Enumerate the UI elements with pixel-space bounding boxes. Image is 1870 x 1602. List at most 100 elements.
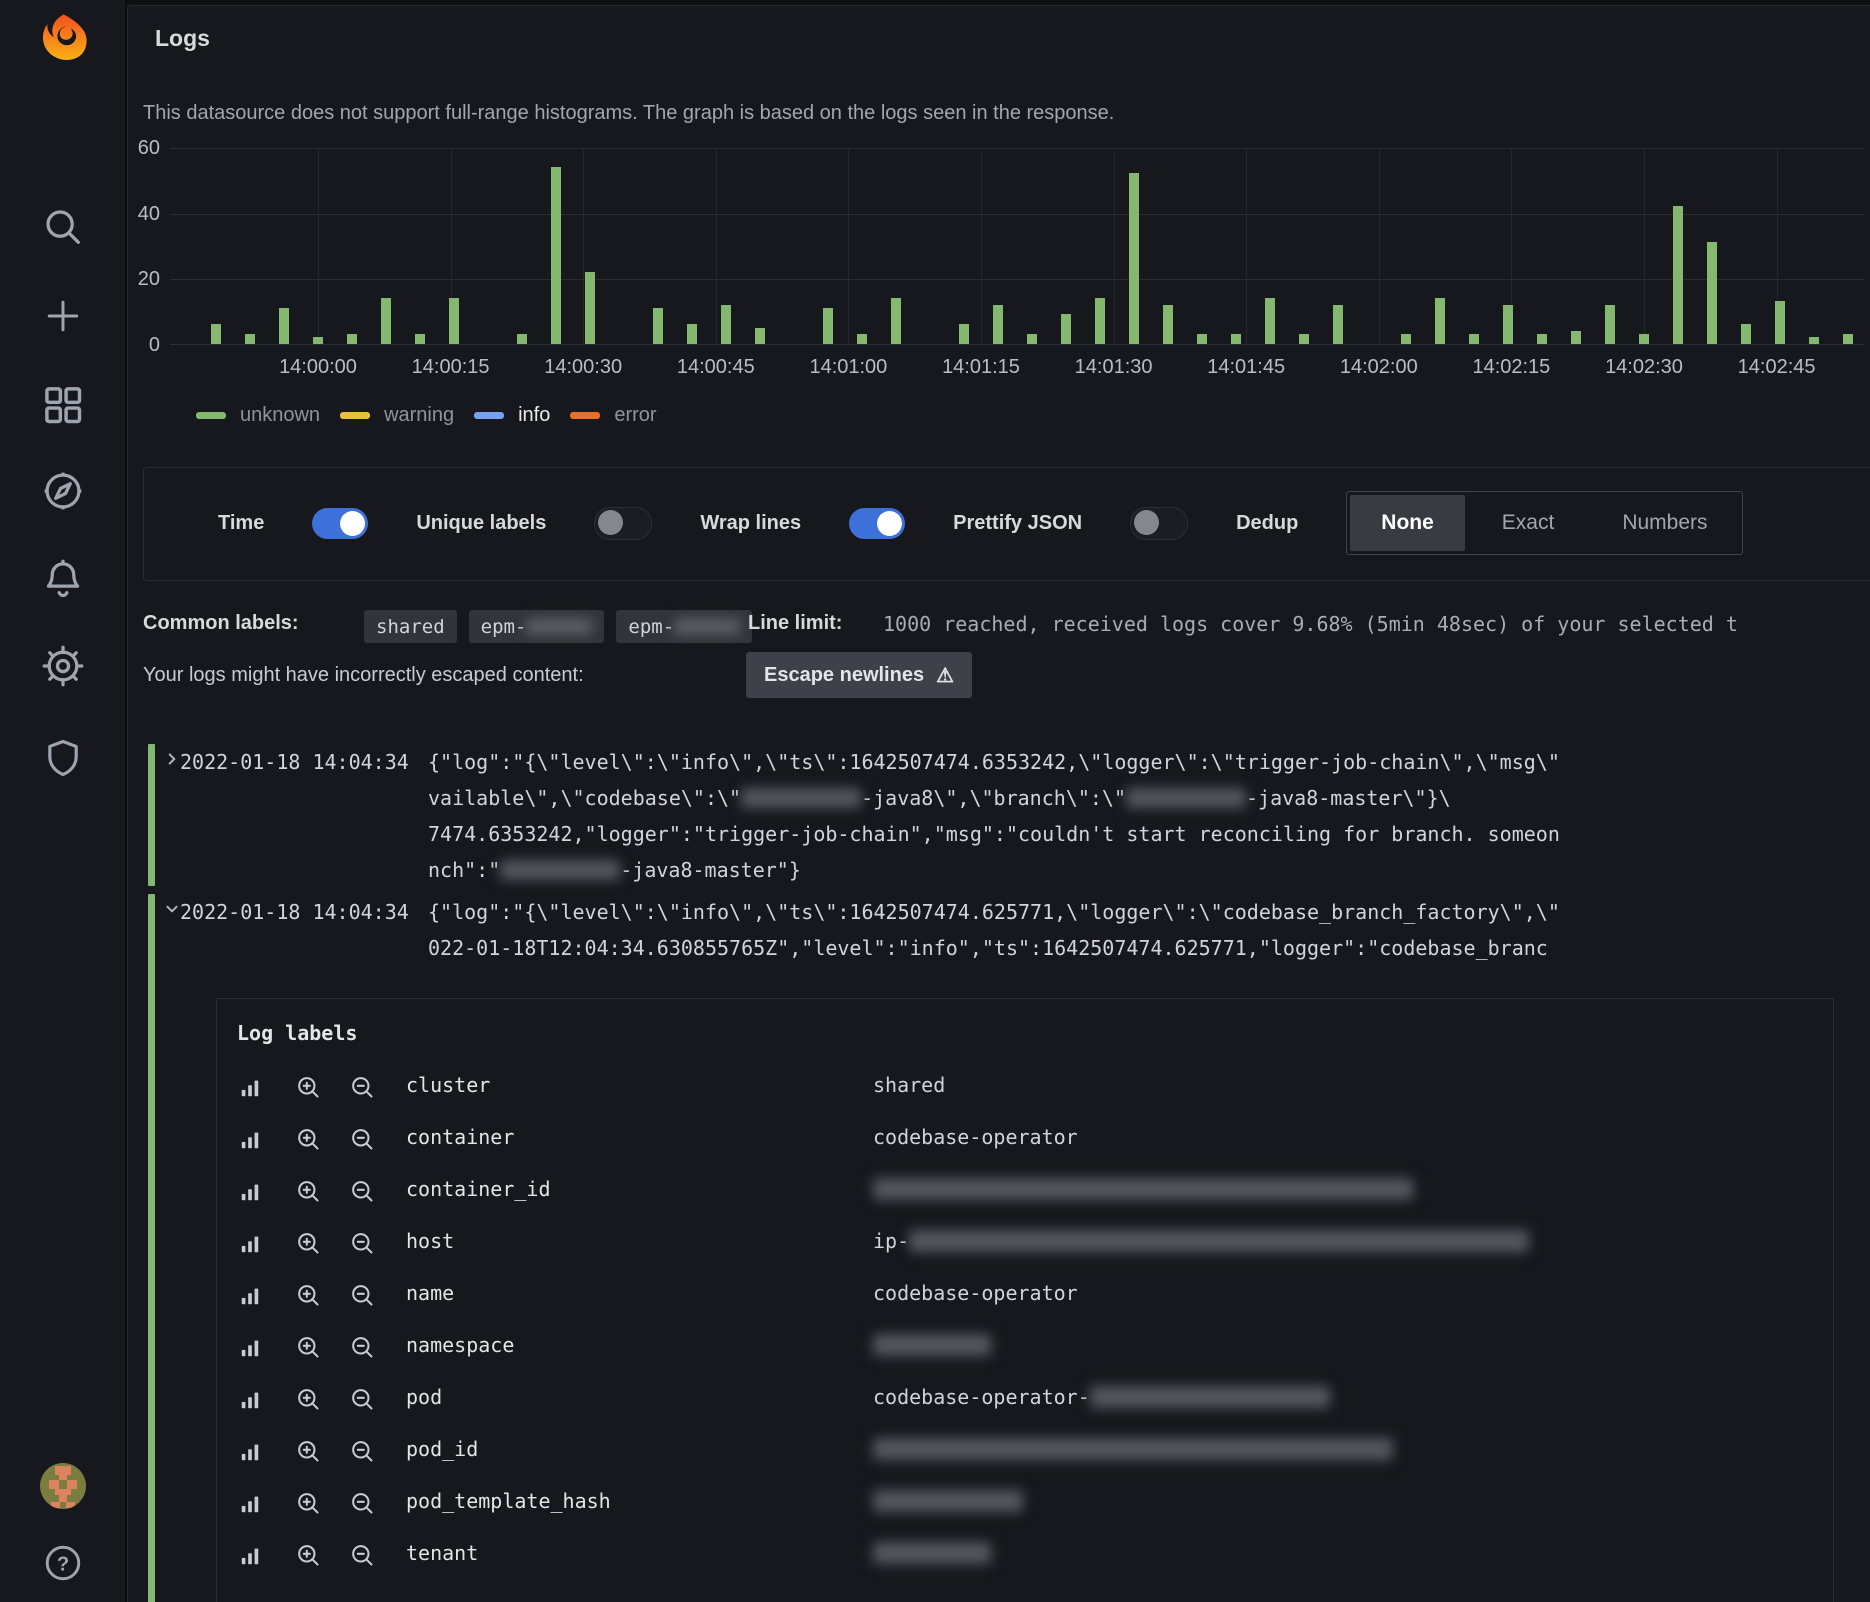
sidebar-item-server-admin[interactable] [0,730,125,786]
histogram-bar [381,298,391,344]
sidebar-item-dashboards[interactable] [0,377,125,433]
filter-for-value-icon[interactable] [295,1178,322,1210]
stats-icon[interactable] [239,1285,261,1312]
histogram-bar [1775,301,1785,344]
dashboards-icon [40,382,86,428]
histogram-bar [1231,334,1241,344]
sidebar-item-alerting[interactable] [0,552,125,608]
x-tick-label: 14:00:45 [651,356,781,379]
filter-for-value-icon[interactable] [295,1334,322,1366]
label-key: host [406,1229,454,1253]
x-tick-label: 14:01:15 [916,356,1046,379]
redacted-text [741,788,861,808]
toggle-knob [1134,510,1159,535]
plus-icon [41,294,85,338]
stats-icon[interactable] [239,1129,261,1156]
filter-for-value-icon[interactable] [295,1126,322,1158]
common-label-chip: shared [364,610,457,643]
stats-icon[interactable] [239,1493,261,1520]
log-label-row: hostip- [217,1217,1833,1269]
sidebar-item-help[interactable]: ? [0,1535,125,1591]
filter-out-value-icon[interactable] [349,1178,376,1210]
toggle-label-wrap-lines: Wrap lines [700,512,801,535]
histogram-bar [279,308,289,344]
filter-out-value-icon[interactable] [349,1126,376,1158]
dedup-option-exact[interactable]: Exact [1468,492,1589,554]
avatar-image [39,1462,87,1510]
legend-label: unknown [240,404,320,427]
stats-icon[interactable] [239,1077,261,1104]
legend-item-info[interactable]: info [474,404,550,427]
filter-out-value-icon[interactable] [349,1490,376,1522]
log-label-row: container_id [217,1165,1833,1217]
log-line: 7474.6353242,"logger":"trigger-job-chain… [428,816,1560,852]
stats-icon[interactable] [239,1233,261,1260]
filter-for-value-icon[interactable] [295,1386,322,1418]
stats-icon[interactable] [239,1181,261,1208]
stats-icon[interactable] [239,1389,261,1416]
chart-legend: unknown warning info error [196,400,657,430]
log-row[interactable]: 2022-01-18 14:04:34{"log":"{\"level\":\"… [143,742,1870,888]
filter-for-value-icon[interactable] [295,1438,322,1470]
log-label-row: pod_id [217,1425,1833,1477]
toggle-prettify-json[interactable] [1130,507,1188,540]
x-tick-label: 14:02:45 [1712,356,1842,379]
label-value [873,1437,1393,1461]
filter-out-value-icon[interactable] [349,1334,376,1366]
x-axis: 14:00:0014:00:1514:00:3014:00:4514:01:00… [170,356,1870,384]
histogram-bar [687,324,697,344]
sidebar-item-configuration[interactable] [0,638,125,694]
legend-item-unknown[interactable]: unknown [196,404,320,427]
histogram-bar [1129,173,1139,344]
histogram-bar [1571,331,1581,344]
escape-newlines-button[interactable]: Escape newlines ⚠ [746,652,972,698]
filter-out-value-icon[interactable] [349,1542,376,1574]
filter-out-value-icon[interactable] [349,1386,376,1418]
sidebar-item-explore[interactable] [0,463,125,519]
explore-compass-icon [40,468,86,514]
h-gridline [170,148,1864,149]
x-tick-label: 14:01:00 [783,356,913,379]
stats-icon[interactable] [239,1337,261,1364]
log-row[interactable]: 2022-01-18 14:04:34 {"log":"{\"level\":\"… [143,892,1870,1602]
legend-label: info [518,404,550,427]
toggle-unique-labels[interactable] [594,507,652,540]
user-avatar[interactable] [0,1458,125,1514]
legend-item-warning[interactable]: warning [340,404,454,427]
filter-out-value-icon[interactable] [349,1282,376,1314]
label-key: container_id [406,1177,551,1201]
common-label-chip: epm- [469,610,605,643]
toggle-wrap-lines[interactable] [849,508,905,539]
filter-out-value-icon[interactable] [349,1438,376,1470]
filter-out-value-icon[interactable] [349,1230,376,1262]
histogram-bar [653,308,663,344]
h-gridline [170,279,1864,280]
dedup-label: Dedup [1236,512,1298,535]
toggle-time[interactable] [312,508,368,539]
filter-for-value-icon[interactable] [295,1282,322,1314]
label-value: codebase-operator [873,1125,1078,1149]
filter-for-value-icon[interactable] [295,1490,322,1522]
filter-for-value-icon[interactable] [295,1230,322,1262]
log-timestamp: 2022-01-18 14:04:34 [180,894,409,930]
log-label-row: podcodebase-operator- [217,1373,1833,1425]
stats-icon[interactable] [239,1545,261,1572]
grafana-logo[interactable] [0,12,125,64]
alerting-bell-icon [40,557,86,603]
dedup-option-numbers[interactable]: Numbers [1588,492,1741,554]
line-limit-label: Line limit: [748,612,842,635]
x-axis-line [170,344,1864,345]
log-label-row: clustershared [217,1061,1833,1113]
stats-icon[interactable] [239,1441,261,1468]
filter-for-value-icon[interactable] [295,1074,322,1106]
log-message: {"log":"{\"level\":\"info\",\"ts\":16425… [428,894,1560,966]
log-timestamp: 2022-01-18 14:04:34 [180,744,409,780]
filter-for-value-icon[interactable] [295,1542,322,1574]
filter-out-value-icon[interactable] [349,1074,376,1106]
logs-histogram[interactable] [170,140,1864,345]
v-gridline [1246,148,1247,345]
v-gridline [1644,148,1645,345]
legend-item-error[interactable]: error [570,404,656,427]
dedup-option-none[interactable]: None [1350,495,1465,551]
x-tick-label: 14:01:30 [1049,356,1179,379]
